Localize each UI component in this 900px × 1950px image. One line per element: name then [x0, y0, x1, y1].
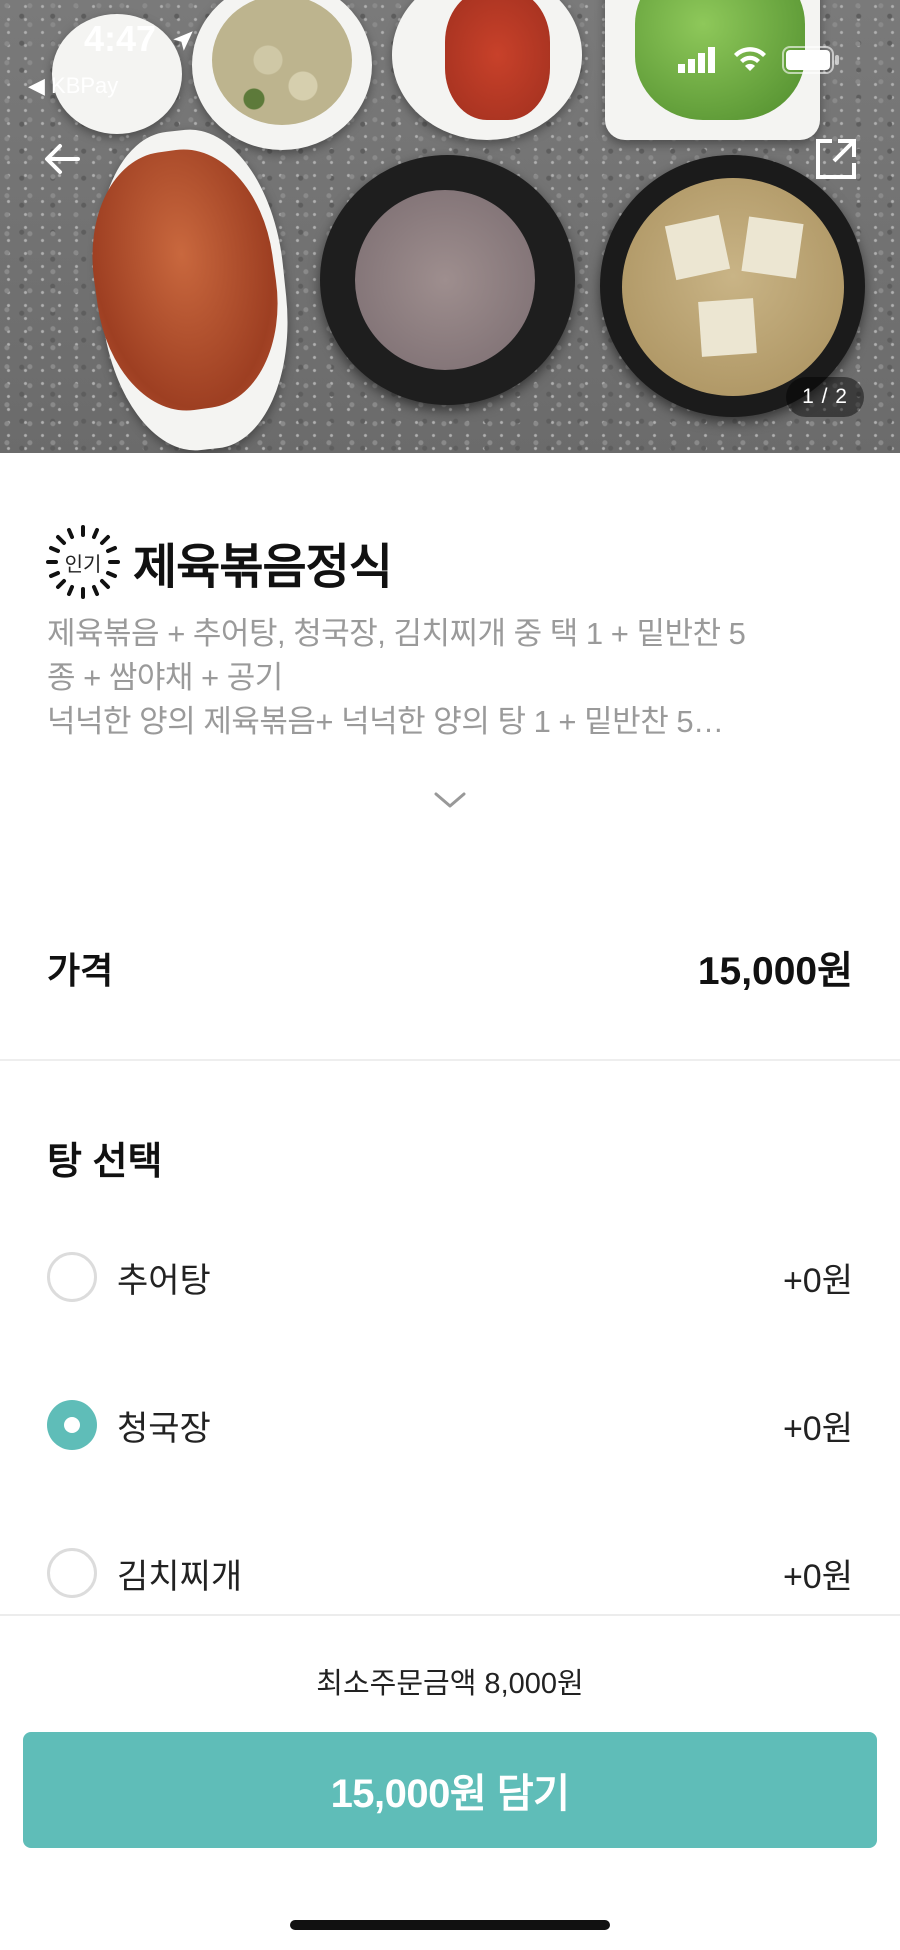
- battery-icon: [782, 46, 839, 74]
- description-line: 종 + 쌈야채 + 공기: [47, 660, 283, 695]
- home-indicator[interactable]: [290, 1920, 610, 1930]
- wifi-icon: [734, 47, 766, 71]
- description-line: 제육볶음 + 추어탕, 청국장, 김치찌개 중 택 1 + 밑반찬 5: [47, 616, 746, 651]
- option-label: 추어탕: [117, 1261, 211, 1300]
- product-name: 제육볶음정식: [133, 541, 393, 594]
- status-time-text: 4:47: [84, 18, 157, 59]
- price-value: 15,000원: [697, 950, 853, 993]
- option-label: 청국장: [117, 1409, 211, 1448]
- bottom-bar: 최소주문금액 8,000원 15,000원 담기: [0, 1614, 900, 1950]
- option-cheonggukjang[interactable]: 청국장 +0원: [47, 1395, 853, 1455]
- price-label: 가격: [47, 950, 114, 991]
- back-to-app-link[interactable]: ◀ KBPay: [28, 73, 118, 99]
- product-title-row: 인기 제육볶음정식: [45, 524, 393, 600]
- location-arrow-icon: [173, 31, 193, 52]
- description-line: 넉넉한 양의 제육볶음+ 넉넉한 양의 탕 1 + 밑반찬 5…: [47, 704, 724, 739]
- hero-image[interactable]: 4:47 ◀ KBPay 1 / 2: [0, 0, 900, 453]
- radio-button[interactable]: [47, 1548, 97, 1598]
- price-row: 가격 15,000원: [47, 940, 853, 996]
- radio-button-selected[interactable]: [47, 1400, 97, 1450]
- dish-quail-eggs-fill: [212, 0, 352, 125]
- option-price: +0원: [782, 1261, 853, 1300]
- tofu-cube: [741, 216, 804, 279]
- option-kimchijjigae[interactable]: 김치찌개 +0원: [47, 1543, 853, 1603]
- product-description: 제육볶음 + 추어탕, 청국장, 김치찌개 중 택 1 + 밑반찬 5 종 + …: [47, 612, 867, 744]
- status-time: 4:47: [84, 18, 196, 60]
- soup-section-title: 탕 선택: [47, 1141, 163, 1183]
- dish-soup-fill: [622, 178, 844, 396]
- dish-kimchi-fill: [445, 0, 550, 120]
- dish-rice-fill: [355, 190, 535, 370]
- signal-icon: [678, 47, 715, 73]
- popular-badge-text: 인기: [64, 553, 102, 576]
- status-icons: [678, 46, 840, 74]
- min-order-text: 최소주문금액 8,000원: [316, 1668, 584, 1700]
- popular-badge: 인기: [45, 524, 121, 600]
- divider: [0, 1059, 900, 1061]
- tofu-cube: [664, 214, 731, 281]
- chevron-down-icon[interactable]: [432, 788, 468, 812]
- add-to-cart-button[interactable]: 15,000원 담기: [23, 1732, 877, 1848]
- tofu-cube: [698, 298, 757, 357]
- option-chueotang[interactable]: 추어탕 +0원: [47, 1247, 853, 1307]
- option-label: 김치찌개: [117, 1557, 243, 1596]
- option-price: +0원: [782, 1557, 853, 1596]
- share-icon[interactable]: [812, 135, 860, 183]
- back-arrow-icon[interactable]: [38, 135, 86, 183]
- image-counter: 1 / 2: [786, 377, 864, 417]
- option-price: +0원: [782, 1409, 853, 1448]
- radio-button[interactable]: [47, 1252, 97, 1302]
